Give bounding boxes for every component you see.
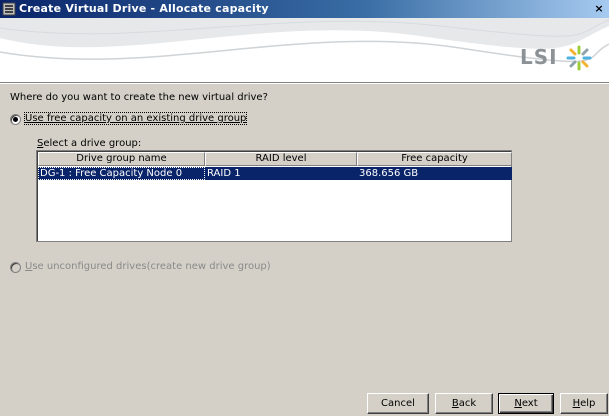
cell-drive-group-name: DG-1 : Free Capacity Node 0 — [38, 167, 205, 180]
close-icon[interactable]: × — [592, 2, 606, 15]
drive-group-table[interactable]: Drive group name RAID level Free capacit… — [36, 150, 512, 242]
existing-group-radio[interactable] — [10, 114, 21, 125]
cell-raid-level: RAID 1 — [207, 168, 241, 179]
help-button[interactable]: Help — [560, 393, 608, 414]
column-header-capacity[interactable]: Free capacity — [357, 152, 512, 166]
wizard-banner: LSI — [0, 18, 609, 82]
app-icon — [2, 2, 16, 16]
cell-free-capacity: 368.656 GB — [359, 168, 419, 179]
column-header-name[interactable]: Drive group name — [38, 152, 205, 166]
next-button[interactable]: Next — [498, 393, 554, 414]
question-text: Where do you want to create the new virt… — [10, 92, 268, 103]
banner-wave-graphic — [0, 18, 609, 82]
back-button[interactable]: Back — [435, 393, 493, 414]
existing-group-label[interactable]: Use free capacity on an existing drive g… — [23, 112, 248, 125]
window-title: Create Virtual Drive - Allocate capacity — [19, 2, 269, 15]
unconfigured-drives-label: Use unconfigured drives(create new drive… — [25, 261, 271, 272]
lsi-logo-mark-icon — [566, 45, 592, 71]
select-drive-group-label: Select a drive group: — [37, 138, 142, 149]
table-header: Drive group name RAID level Free capacit… — [38, 152, 512, 166]
unconfigured-drives-radio[interactable] — [10, 262, 21, 273]
cancel-button[interactable]: Cancel — [367, 393, 429, 414]
lsi-logo-text: LSI — [520, 45, 558, 69]
title-bar: Create Virtual Drive - Allocate capacity… — [0, 0, 609, 18]
banner-separator — [0, 82, 609, 84]
table-row[interactable]: DG-1 : Free Capacity Node 0 RAID 1 368.6… — [38, 167, 512, 180]
column-header-raid[interactable]: RAID level — [205, 152, 357, 166]
